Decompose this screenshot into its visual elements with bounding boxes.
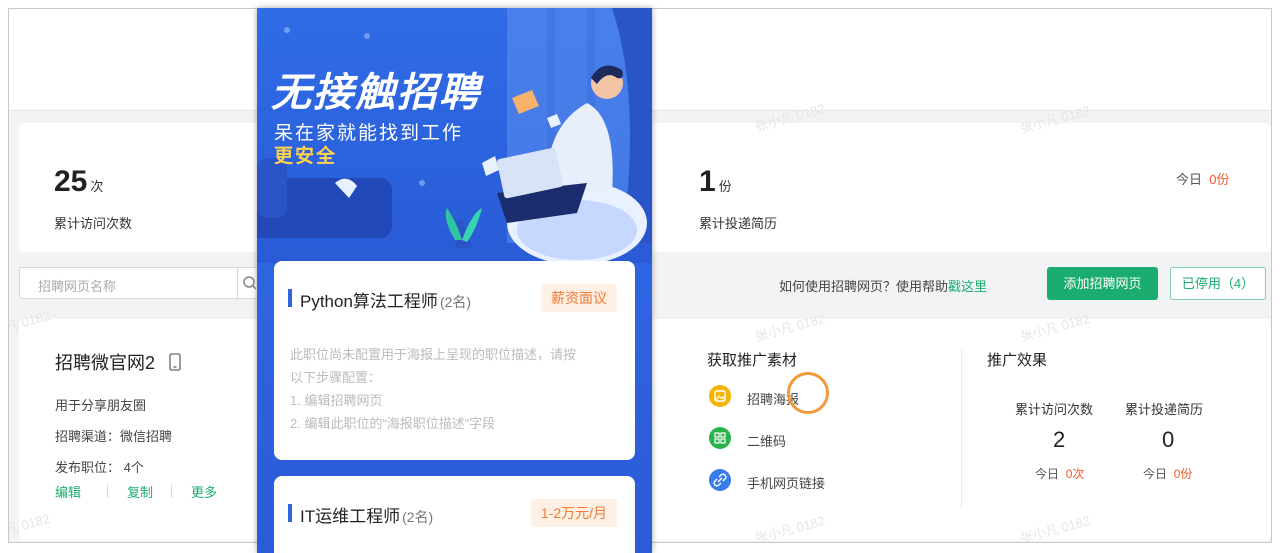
visit-count: 25 次 xyxy=(54,165,104,198)
section-divider xyxy=(961,349,962,509)
disabled-pages-button[interactable]: 已停用（4） xyxy=(1170,267,1266,300)
effects-visits-label: 累计访问次数 xyxy=(1015,402,1094,417)
help-text: 如何使用招聘网页？使用帮助戳这里 xyxy=(779,279,988,294)
highlight-circle xyxy=(787,372,829,414)
effects-visits-value: 2 xyxy=(1053,427,1066,452)
effects-title: 推广效果 xyxy=(987,352,1048,369)
job-card: Python算法工程师 (2名) 薪资面议 此职位尚未配置用于海报上呈现的职位描述… xyxy=(274,261,635,460)
image-icon[interactable] xyxy=(709,385,731,407)
visit-count-label: 累计访问次数 xyxy=(54,216,133,231)
copy-link[interactable]: 复制 xyxy=(127,482,153,501)
salary-badge: 1-2万元/月 xyxy=(530,499,617,527)
job-description: 此职位尚未配置用于海报上呈现的职位描述，请按 以下步骤配置： 1. 编辑招聘网页… xyxy=(290,347,577,431)
add-recruit-page-button[interactable]: 添加招聘网页 xyxy=(1047,267,1158,300)
salary-badge: 薪资面议 xyxy=(541,284,617,312)
today-resumes: 今日 0份 xyxy=(1176,172,1230,187)
poster-subtitle-highlight: 更安全 xyxy=(274,146,338,167)
resume-count: 1份 xyxy=(699,165,732,198)
effects-resumes-label: 累计投递简历 xyxy=(1125,402,1204,417)
effects-today-visits: 今日 0次 xyxy=(1035,467,1085,481)
site-channel: 招聘渠道：微信招聘 xyxy=(55,429,173,444)
resume-stat-card: 1份 累计投递简历 今日 0份 xyxy=(631,123,1271,252)
mobile-link-material-link[interactable]: 手机网页链接 xyxy=(747,473,825,492)
qr-code-icon[interactable] xyxy=(709,427,731,449)
materials-title: 获取推广素材 xyxy=(707,352,798,369)
effects-resumes-value: 0 xyxy=(1162,427,1175,452)
search-input[interactable]: 招聘网页名称 xyxy=(19,267,263,299)
job-title-bar xyxy=(288,289,292,307)
site-name: 招聘微官网2 xyxy=(55,349,182,375)
recruit-poster-preview: 无接触招聘 呆在家就能找到工作 更安全 Python算法工程师 (2名) 薪资面议… xyxy=(257,8,652,553)
edit-link[interactable]: 编辑 xyxy=(55,482,81,501)
mobile-icon xyxy=(169,353,181,371)
qr-code-material-link[interactable]: 二维码 xyxy=(747,431,786,450)
more-link[interactable]: 更多 xyxy=(191,482,217,501)
job-title: IT运维工程师 (2名) xyxy=(300,507,434,526)
job-title-bar xyxy=(288,504,292,522)
divider xyxy=(171,485,172,498)
job-title: Python算法工程师 (2名) xyxy=(300,292,472,311)
site-purpose: 用于分享朋友圈 xyxy=(55,398,147,413)
site-positions: 发布职位： 4个 xyxy=(55,460,144,475)
help-link[interactable]: 戳这里 xyxy=(948,279,987,294)
poster-title: 无接触招聘 xyxy=(271,71,481,115)
resume-count-label: 累计投递简历 xyxy=(699,216,778,231)
search-placeholder: 招聘网页名称 xyxy=(38,279,117,294)
divider xyxy=(107,485,108,498)
job-card: IT运维工程师 (2名) 1-2万元/月 xyxy=(274,476,635,553)
effects-today-resumes: 今日 0份 xyxy=(1143,467,1193,481)
link-icon[interactable] xyxy=(709,469,731,491)
